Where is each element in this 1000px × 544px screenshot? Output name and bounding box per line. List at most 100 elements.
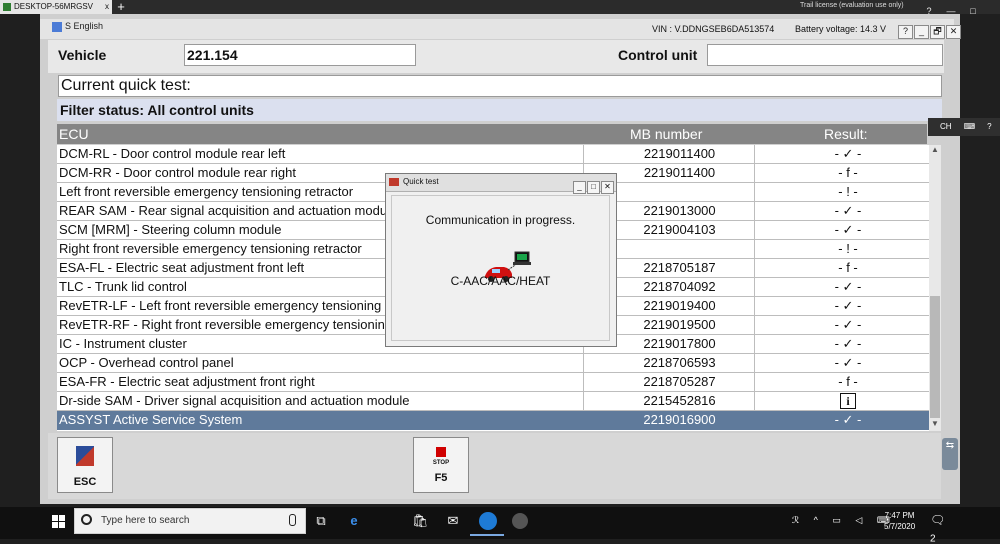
dialog-window-controls: _ □ ✕ xyxy=(572,176,614,194)
restore-icon[interactable]: 🗗 xyxy=(930,25,945,39)
result: - ✓ - xyxy=(834,203,862,218)
result: - f - xyxy=(838,374,858,389)
mb-number: 2219011400 xyxy=(643,146,716,161)
result: - ✓ - xyxy=(834,222,862,237)
battery-voltage: Battery voltage: 14.3 V xyxy=(795,24,887,34)
quick-test-dialog: Quick test _ □ ✕ Communication in progress… xyxy=(385,173,617,347)
close-icon[interactable]: ✕ xyxy=(946,25,961,39)
start-button[interactable] xyxy=(42,507,74,535)
result: - ✓ - xyxy=(834,279,862,294)
mb-number: 2215452816 xyxy=(643,393,716,408)
mb-number: 2219019500 xyxy=(643,317,716,332)
info-icon[interactable]: i xyxy=(840,393,856,409)
stop-f5-button[interactable]: STOP F5 xyxy=(413,437,469,493)
windows-logo-icon xyxy=(52,515,58,521)
scrollbar-thumb[interactable] xyxy=(930,296,940,418)
mb-number: 2218706593 xyxy=(643,355,716,370)
filter-status: Filter status: All control units xyxy=(57,99,942,121)
remote-window-controls: ? — □ xyxy=(918,1,998,16)
vehicle-label: Vehicle xyxy=(58,47,107,63)
help-icon[interactable]: ? xyxy=(898,25,913,39)
ecu-name: OCP - Overhead control panel xyxy=(59,355,234,370)
trial-license-notice: Trail license (evaluation use only) xyxy=(800,2,904,9)
mb-number: 2219011400 xyxy=(643,165,716,180)
diagnostic-app-icon[interactable] xyxy=(512,513,528,529)
close-icon[interactable]: x xyxy=(105,0,109,14)
control-unit-label: Control unit xyxy=(618,47,698,63)
search-placeholder: Type here to search xyxy=(101,515,190,526)
ecu-name: Dr-side SAM - Driver signal acquisition … xyxy=(59,393,410,408)
result: - ✓ - xyxy=(834,317,862,332)
remote-session-tab[interactable]: DESKTOP-56MRGSV x xyxy=(0,0,112,14)
column-result[interactable]: Result: xyxy=(824,126,868,142)
microphone-icon[interactable] xyxy=(289,514,296,526)
dialog-title: Quick test xyxy=(403,177,439,186)
table-row[interactable]: OCP - Overhead control panel 2218706593 - … xyxy=(57,354,929,373)
exit-door-icon xyxy=(76,446,94,466)
result: - ! - xyxy=(838,241,858,256)
ecu-name: ASSYST Active Service System xyxy=(59,412,243,427)
teamviewer-icon[interactable] xyxy=(479,512,497,530)
active-app-indicator xyxy=(470,534,504,536)
result: - f - xyxy=(838,260,858,275)
result: - ✓ - xyxy=(834,298,862,313)
table-row[interactable]: Dr-side SAM - Driver signal acquisition … xyxy=(57,392,929,411)
vehicle-field: 221.154 xyxy=(184,44,416,66)
column-mb-number[interactable]: MB number xyxy=(630,126,702,142)
taskbar-search-box[interactable]: Type here to search xyxy=(74,508,306,534)
ecu-name: DCM-RL - Door control module rear left xyxy=(59,146,286,161)
minimize-icon[interactable]: _ xyxy=(573,181,586,194)
control-unit-field xyxy=(707,44,943,66)
result: - ✓ - xyxy=(834,146,862,161)
language-badge[interactable]: CH xyxy=(940,122,952,131)
ecu-name: ESA-FR - Electric seat adjustment front … xyxy=(59,374,315,389)
taskbar-clock[interactable]: 7:47 PM 5/7/2020 xyxy=(884,510,915,532)
maximize-icon[interactable]: □ xyxy=(962,5,984,17)
result: - ✓ - xyxy=(834,336,862,351)
keyboard-icon[interactable]: ⌨ xyxy=(964,122,976,131)
mb-number: 2219013000 xyxy=(643,203,716,218)
help-icon[interactable]: ? xyxy=(987,122,991,131)
mb-number: 2219019400 xyxy=(643,298,716,313)
maximize-icon[interactable]: □ xyxy=(587,181,600,194)
stop-caption: STOP xyxy=(432,460,450,466)
mb-number: 2219017800 xyxy=(643,336,716,351)
mb-number: 2218705187 xyxy=(643,260,716,275)
table-row-selected[interactable]: ASSYST Active Service System 2219016900 - … xyxy=(57,411,929,430)
search-icon xyxy=(81,514,92,525)
add-tab-button[interactable]: + xyxy=(114,0,128,14)
clock-date: 5/7/2020 xyxy=(884,522,916,531)
close-icon[interactable]: ✕ xyxy=(601,181,614,194)
table-header: ECU MB number Result: xyxy=(57,124,927,144)
result: - ✓ - xyxy=(834,412,862,427)
scroll-down-icon[interactable]: ▼ xyxy=(929,419,941,431)
current-quick-test: Current quick test: xyxy=(58,75,942,97)
table-row[interactable]: DCM-RL - Door control module rear left 22… xyxy=(57,145,929,164)
f5-label: F5 xyxy=(434,472,448,484)
result: i xyxy=(795,393,901,409)
minimize-icon[interactable]: _ xyxy=(914,25,929,39)
scroll-up-icon[interactable]: ▲ xyxy=(929,145,941,157)
vin-display: VIN : V.DDNGSEB6DA513574 xyxy=(652,24,775,34)
esc-button[interactable]: ESC xyxy=(57,437,113,493)
esc-label: ESC xyxy=(73,476,97,488)
language-label: S English xyxy=(65,21,104,31)
communication-message: Communication in progress. xyxy=(425,213,576,227)
remote-toolbar-strip: CH ⌨? xyxy=(928,118,1000,136)
clock-time: 7:47 PM xyxy=(884,511,915,520)
column-divider xyxy=(754,145,755,411)
edge-browser-icon[interactable]: e xyxy=(346,513,362,529)
mail-icon[interactable]: ✉ xyxy=(445,513,461,529)
dialog-title-bar[interactable]: Quick test _ □ ✕ xyxy=(386,174,616,194)
table-row[interactable]: ESA-FR - Electric seat adjustment front … xyxy=(57,373,929,392)
column-ecu[interactable]: ECU xyxy=(59,126,89,142)
result: - ! - xyxy=(838,184,858,199)
system-tray[interactable]: ℛ ^ ▭ ◁ ⌨ xyxy=(792,515,896,526)
ecu-being-tested: C-AAC/AAC/HEAT xyxy=(450,274,551,288)
remote-session-label: DESKTOP-56MRGSV xyxy=(14,2,93,11)
notification-center-icon[interactable]: 🗨2 xyxy=(930,513,946,544)
task-view-icon[interactable]: ⧉ xyxy=(313,513,329,529)
store-icon[interactable]: 🛍 xyxy=(412,513,429,529)
app-logo-icon xyxy=(52,21,62,32)
side-panel-toggle-icon[interactable]: ⇆ xyxy=(942,438,958,470)
